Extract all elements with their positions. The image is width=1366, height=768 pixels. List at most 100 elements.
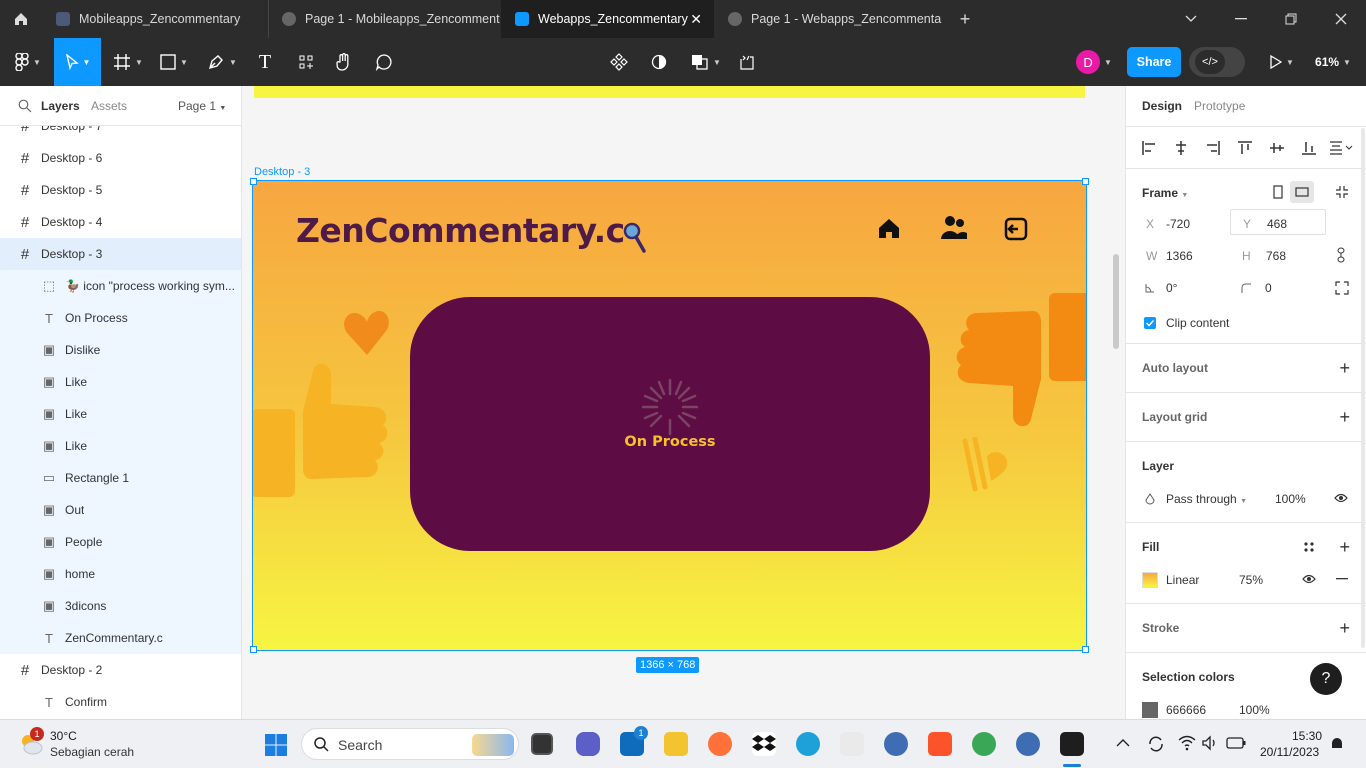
app-icon[interactable]	[884, 732, 908, 756]
resize-handle-br[interactable]	[1082, 646, 1089, 653]
style-grid-icon[interactable]	[1303, 541, 1315, 553]
add-layout-grid-icon[interactable]: +	[1339, 408, 1350, 426]
layer-frame-item[interactable]: # Desktop - 3	[0, 238, 241, 270]
color-hex[interactable]: 666666	[1166, 703, 1206, 717]
weather-widget[interactable]: 1	[18, 727, 44, 757]
height-field[interactable]: 768	[1266, 249, 1286, 263]
edge-icon[interactable]	[796, 732, 820, 756]
eye-icon[interactable]	[1302, 574, 1316, 584]
notification-bell-icon[interactable]	[1330, 736, 1344, 752]
eye-icon[interactable]	[1334, 493, 1348, 503]
people-icon[interactable]	[940, 215, 968, 241]
clock-date[interactable]: 20/11/2023	[1260, 745, 1319, 759]
tab-design[interactable]: Design	[1142, 99, 1182, 113]
color-opacity[interactable]: 100%	[1239, 703, 1270, 717]
resize-handle-bl[interactable]	[250, 646, 257, 653]
rotation-field[interactable]: 0°	[1166, 281, 1177, 295]
resources-icon[interactable]	[290, 38, 322, 86]
layer-item[interactable]: ▣ Dislike	[0, 334, 241, 366]
layer-item[interactable]: T On Process	[0, 302, 241, 334]
fill-opacity[interactable]: 75%	[1239, 573, 1263, 587]
dropbox-icon[interactable]	[752, 732, 776, 756]
page-select[interactable]: Page 1 ▼	[178, 99, 226, 113]
landscape-button[interactable]	[1290, 181, 1314, 203]
align-bottom-icon[interactable]	[1302, 141, 1316, 155]
layer-item[interactable]: T Confirm	[0, 686, 241, 718]
search-icon[interactable]	[18, 99, 32, 113]
hand-tool-icon[interactable]	[328, 38, 360, 86]
layer-item[interactable]: ▣ People	[0, 526, 241, 558]
add-stroke-icon[interactable]: +	[1339, 619, 1350, 637]
distribute-icon[interactable]	[1330, 141, 1354, 155]
frame-label[interactable]: Desktop - 3	[254, 166, 310, 178]
frame-title[interactable]: Frame ▼	[1142, 186, 1188, 200]
blend-mode-select[interactable]: Pass through ▼	[1166, 492, 1247, 506]
layer-frame-item[interactable]: # Desktop - 2	[0, 654, 241, 686]
layer-frame-item[interactable]: # Desktop - 6	[0, 142, 241, 174]
layer-opacity-field[interactable]: 100%	[1275, 492, 1306, 506]
color-swatch[interactable]	[1142, 702, 1158, 718]
home-icon[interactable]	[877, 216, 901, 240]
fill-swatch[interactable]	[1142, 572, 1158, 588]
resize-to-fit-icon[interactable]	[1335, 185, 1349, 199]
clock-time[interactable]: 15:30	[1292, 729, 1322, 743]
close-window-icon[interactable]	[1328, 0, 1354, 38]
zoom-menu[interactable]: 61% ▼	[1308, 38, 1358, 86]
layer-item[interactable]: ▣ home	[0, 558, 241, 590]
remove-fill-icon[interactable]	[1336, 578, 1348, 580]
windows-start-icon[interactable]	[264, 733, 288, 757]
desktop-4-frame-partial[interactable]	[254, 86, 1085, 98]
home-icon[interactable]	[0, 0, 42, 38]
chevron-up-icon[interactable]	[1116, 738, 1130, 748]
layer-frame-item[interactable]: # Desktop - 4	[0, 206, 241, 238]
independent-corners-icon[interactable]	[1335, 281, 1349, 295]
dev-mode-toggle[interactable]: </>	[1189, 47, 1245, 77]
tab-page1-mobileapps[interactable]: Page 1 - Mobileapps_Zencommentary	[268, 0, 500, 38]
radius-field[interactable]: 0	[1265, 281, 1272, 295]
tab-mobileapps[interactable]: Mobileapps_Zencommentary	[42, 0, 268, 38]
brave-icon[interactable]	[928, 732, 952, 756]
constrain-proportions-icon[interactable]	[1337, 247, 1345, 263]
tab-webapps[interactable]: Webapps_Zencommentary ✕	[501, 0, 714, 38]
main-menu-button[interactable]: ▼	[10, 38, 46, 86]
resize-handle-tl[interactable]	[250, 178, 257, 185]
comment-tool-icon[interactable]	[368, 38, 400, 86]
align-center-v-icon[interactable]	[1270, 141, 1284, 155]
chrome-icon[interactable]	[972, 732, 996, 756]
align-right-icon[interactable]	[1206, 141, 1220, 155]
fill-type[interactable]: Linear	[1166, 573, 1199, 587]
add-auto-layout-icon[interactable]: +	[1339, 359, 1350, 377]
shape-tool-button[interactable]: ▼	[156, 38, 192, 86]
present-button[interactable]: ▼	[1264, 38, 1300, 86]
user-menu[interactable]: D ▼	[1070, 38, 1118, 86]
crop-icon[interactable]	[732, 38, 762, 86]
close-tab-icon[interactable]: ✕	[690, 11, 702, 28]
firefox-icon[interactable]	[708, 732, 732, 756]
restore-icon[interactable]	[1278, 0, 1304, 38]
layer-item[interactable]: ▣ Like	[0, 398, 241, 430]
clip-content-checkbox[interactable]	[1144, 317, 1156, 329]
tab-layers[interactable]: Layers	[41, 99, 80, 113]
amazon-icon[interactable]	[840, 732, 864, 756]
wifi-icon[interactable]	[1178, 735, 1196, 751]
layer-item[interactable]: T ZenCommentary.c	[0, 622, 241, 654]
battery-icon[interactable]	[1226, 736, 1246, 750]
help-button[interactable]: ?	[1310, 663, 1342, 695]
share-button[interactable]: Share	[1127, 47, 1181, 77]
tab-prototype[interactable]: Prototype	[1194, 99, 1245, 113]
layer-frame-item[interactable]: # Desktop - 5	[0, 174, 241, 206]
search-box[interactable]: Search	[301, 728, 519, 760]
resize-handle-tr[interactable]	[1082, 178, 1089, 185]
align-center-h-icon[interactable]	[1174, 141, 1188, 155]
figma-icon[interactable]	[1060, 732, 1084, 756]
teams-icon[interactable]	[576, 732, 600, 756]
volume-icon[interactable]	[1202, 735, 1218, 751]
sync-icon[interactable]	[1146, 734, 1166, 754]
layer-item[interactable]: ▣ Like	[0, 430, 241, 462]
text-tool-icon[interactable]: T	[250, 38, 280, 86]
app-icon[interactable]	[1016, 732, 1040, 756]
y-field[interactable]: Y 468	[1230, 209, 1326, 235]
new-tab-icon[interactable]: +	[952, 0, 978, 38]
align-left-icon[interactable]	[1142, 141, 1156, 155]
logout-icon[interactable]	[1004, 217, 1028, 241]
